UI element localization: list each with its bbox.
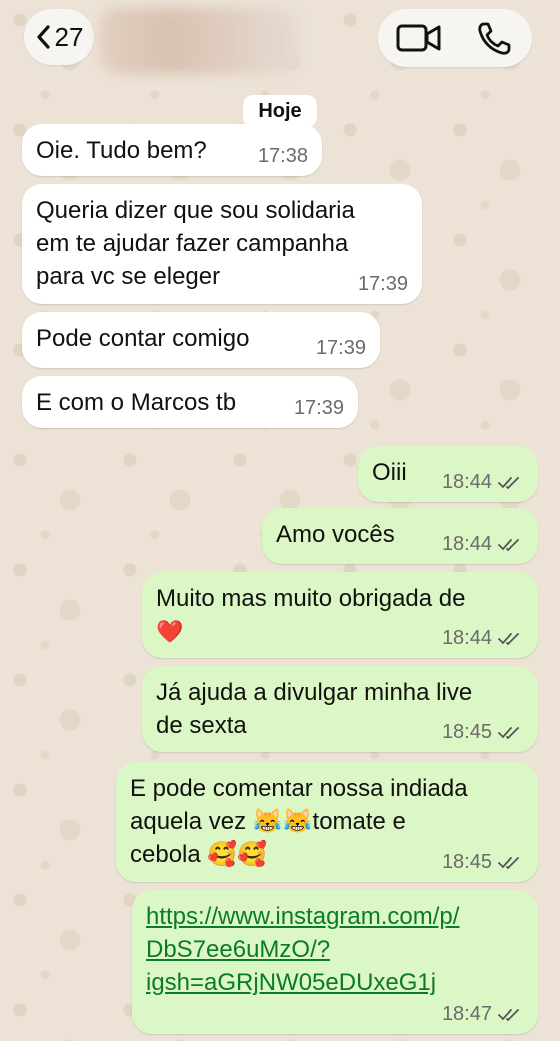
message-bubble-outgoing[interactable]: E pode comentar nossa indiada aquela vez…: [116, 762, 538, 882]
message-bubble-incoming[interactable]: Queria dizer que sou solidaria em te aju…: [22, 184, 422, 304]
chat-header: 27: [0, 0, 560, 82]
phone-icon[interactable]: [476, 21, 514, 57]
read-receipt-icon: [498, 856, 519, 869]
message-bubble-incoming[interactable]: E com o Marcos tb 17:39: [22, 376, 358, 428]
message-text: Queria dizer que sou solidaria em te aju…: [36, 197, 355, 290]
read-receipt-icon: [498, 726, 519, 739]
message-text: Já ajuda a divulgar minha live de sexta: [156, 679, 473, 739]
back-button[interactable]: 27: [24, 9, 94, 65]
message-time: 18:44: [441, 627, 492, 649]
chevron-left-icon: [36, 25, 50, 49]
message-text: Muito mas muito obrigada de ❤️: [156, 585, 466, 644]
message-bubble-incoming[interactable]: Oie. Tudo bem? 17:38: [22, 124, 322, 176]
message-time: 17:39: [315, 337, 366, 359]
message-bubble-outgoing[interactable]: https://www.instagram.com/p/ DbS7ee6uMzO…: [132, 890, 538, 1034]
instagram-link[interactable]: https://www.instagram.com/p/: [146, 903, 459, 930]
message-time: 18:45: [441, 721, 492, 743]
message-text: E com o Marcos tb: [36, 389, 237, 416]
contact-name-blurred[interactable]: [100, 8, 300, 74]
message-time: 17:39: [357, 273, 408, 295]
message-time: 18:47: [441, 1003, 492, 1025]
instagram-link[interactable]: DbS7ee6uMzO/?: [146, 936, 330, 963]
message-time: 17:38: [257, 145, 308, 167]
unread-count: 27: [54, 21, 84, 52]
date-separator: Hoje: [243, 95, 317, 127]
read-receipt-icon: [498, 1008, 519, 1021]
message-text: Oie. Tudo bem?: [36, 137, 207, 164]
video-camera-icon[interactable]: [396, 24, 442, 52]
message-text: Pode contar comigo: [36, 325, 250, 352]
read-receipt-icon: [498, 476, 519, 489]
message-text: Oiii: [372, 459, 407, 486]
message-bubble-outgoing[interactable]: Muito mas muito obrigada de ❤️ 18:44: [142, 572, 538, 658]
message-time: 18:45: [441, 851, 492, 873]
read-receipt-icon: [498, 632, 519, 645]
call-actions: [378, 9, 532, 67]
message-bubble-outgoing[interactable]: Amo vocês 18:44: [262, 508, 538, 564]
message-bubble-outgoing[interactable]: Já ajuda a divulgar minha live de sexta …: [142, 666, 538, 752]
read-receipt-icon: [498, 538, 519, 551]
message-text: Amo vocês: [276, 521, 395, 548]
message-time: 18:44: [441, 533, 492, 555]
message-time: 17:39: [293, 397, 344, 419]
message-bubble-incoming[interactable]: Pode contar comigo 17:39: [22, 312, 380, 368]
instagram-link[interactable]: igsh=aGRjNW05eDUxeG1j: [146, 969, 436, 996]
message-bubble-outgoing[interactable]: Oiii 18:44: [358, 446, 538, 502]
message-time: 18:44: [441, 471, 492, 493]
message-text: E pode comentar nossa indiada aquela vez…: [130, 775, 468, 868]
message-text: https://www.instagram.com/p/ DbS7ee6uMzO…: [146, 900, 459, 999]
